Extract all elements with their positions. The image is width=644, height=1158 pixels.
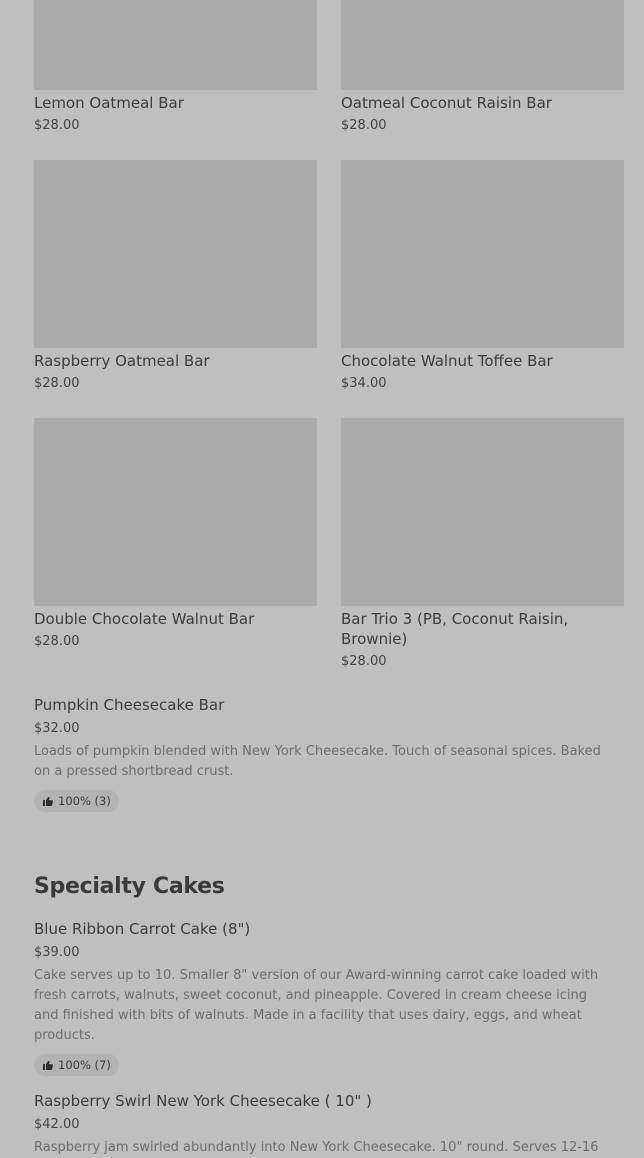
product-price: $42.00 [34,1117,80,1132]
product-image[interactable] [341,418,624,606]
product-image[interactable] [341,0,624,90]
product-price: $28.00 [341,654,387,669]
rating-text: 100% (3) [58,794,111,808]
product-name: Pumpkin Cheesecake Bar [34,696,225,714]
product-description: Raspberry jam swirled abundantly into Ne… [34,1140,599,1155]
rating-text: 100% (7) [58,1058,111,1072]
thumbs-up-icon [42,795,54,807]
menu-card-lemon-oatmeal-bar[interactable]: Lemon Oatmeal Bar $28.00 [34,0,317,135]
menu-card-bar-trio-3[interactable]: Bar Trio 3 (PB, Coconut Raisin, Brownie)… [341,418,624,671]
product-price: $32.00 [34,721,80,736]
menu-card-chocolate-walnut-toffee-bar[interactable]: Chocolate Walnut Toffee Bar $34.00 [341,160,624,393]
product-name: Double Chocolate Walnut Bar [34,610,255,628]
product-name: Raspberry Oatmeal Bar [34,352,210,370]
product-name: Raspberry Swirl New York Cheesecake ( 10… [34,1092,372,1110]
product-image[interactable] [34,160,317,348]
product-price: $28.00 [34,376,80,391]
thumbs-up-icon [42,1059,54,1071]
product-price: $28.00 [34,118,80,133]
menu-item-raspberry-swirl-cheesecake[interactable]: Raspberry Swirl New York Cheesecake ( 10… [34,1091,614,1158]
product-price: $28.00 [34,634,80,649]
product-description: Loads of pumpkin blended with New York C… [34,744,601,779]
product-name: Bar Trio 3 (PB, Coconut Raisin, Brownie) [341,610,569,648]
product-name: Chocolate Walnut Toffee Bar [341,352,553,370]
menu-item-blue-ribbon-carrot-cake[interactable]: Blue Ribbon Carrot Cake (8") $39.00 Cake… [34,919,614,1076]
product-image[interactable] [34,418,317,606]
product-price: $28.00 [341,118,387,133]
product-price: $39.00 [34,945,80,960]
product-price: $34.00 [341,376,387,391]
menu-card-oatmeal-coconut-raisin-bar[interactable]: Oatmeal Coconut Raisin Bar $28.00 [341,0,624,135]
product-name: Blue Ribbon Carrot Cake (8") [34,920,251,938]
section-title-specialty-cakes: Specialty Cakes [34,874,225,899]
product-image[interactable] [341,160,624,348]
menu-card-raspberry-oatmeal-bar[interactable]: Raspberry Oatmeal Bar $28.00 [34,160,317,393]
product-image[interactable] [34,0,317,90]
product-name: Oatmeal Coconut Raisin Bar [341,94,552,112]
rating-badge: 100% (7) [34,1054,119,1076]
menu-card-double-chocolate-walnut-bar[interactable]: Double Chocolate Walnut Bar $28.00 [34,418,317,651]
product-name: Lemon Oatmeal Bar [34,94,184,112]
menu-item-pumpkin-cheesecake-bar[interactable]: Pumpkin Cheesecake Bar $32.00 Loads of p… [34,695,614,812]
rating-badge: 100% (3) [34,790,119,812]
product-description: Cake serves up to 10. Smaller 8" version… [34,968,599,1043]
